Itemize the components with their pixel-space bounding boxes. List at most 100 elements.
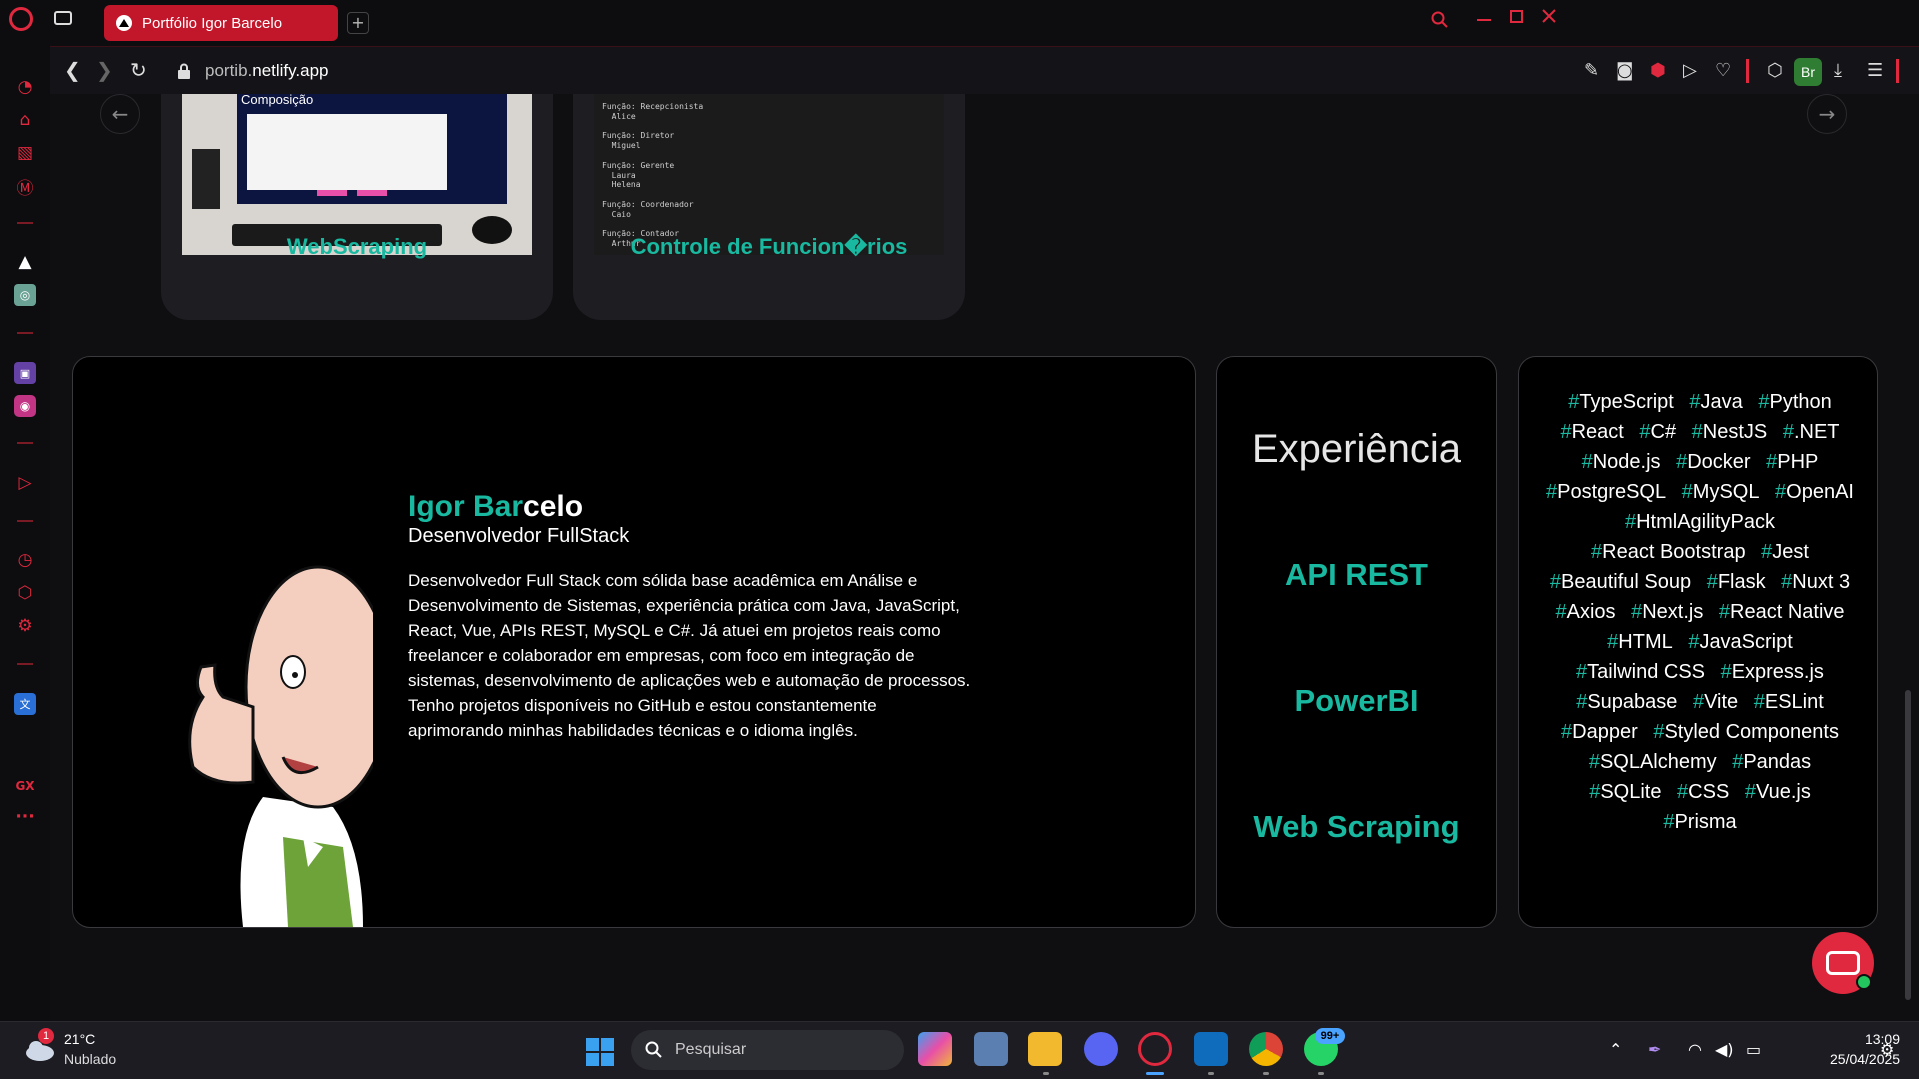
terminal-output: Função: Recepcionista Alice Função: Dire… <box>602 102 703 249</box>
weather-temperature[interactable]: 21°C <box>64 1031 95 1047</box>
tech-tag: #SQLAlchemy <box>1588 751 1717 773</box>
search-icon <box>645 1041 662 1058</box>
vpn-shield-icon[interactable]: ⬢ <box>1650 60 1666 81</box>
profile-avatar[interactable]: Br <box>1794 58 1822 86</box>
address-bar <box>50 46 1919 94</box>
tech-tag: #HtmlAgilityPack <box>1624 511 1776 533</box>
notifications-icon[interactable]: ⚙ <box>1880 1040 1894 1059</box>
close-window-button[interactable] <box>1542 9 1556 23</box>
twitch-icon[interactable]: ▣ <box>14 362 36 384</box>
tech-tag: #Pandas <box>1732 751 1812 773</box>
weather-badge: 1 <box>38 1028 54 1044</box>
running-indicator <box>1208 1072 1214 1075</box>
new-tab-button[interactable]: + <box>347 12 369 34</box>
tech-tag: #Docker <box>1676 451 1751 473</box>
terminal-line: Helena <box>602 180 641 190</box>
windows-start-icon[interactable] <box>586 1038 614 1066</box>
tray-overflow-icon[interactable]: ⌃ <box>1609 1040 1622 1059</box>
send-icon[interactable]: ▷ <box>1683 60 1697 81</box>
tech-tags-list: #TypeScript #Java #Python #React #C# #Ne… <box>1541 387 1859 837</box>
download-icon[interactable]: ⤓ <box>1834 60 1842 81</box>
opera-gx-taskbar-icon[interactable] <box>1138 1032 1172 1066</box>
tech-tag: #C# <box>1639 421 1677 443</box>
search-tabs-icon[interactable] <box>1431 11 1449 29</box>
project-card-webscraping[interactable]: Composição WebScraping <box>161 94 553 320</box>
url-field[interactable]: portib.netlify.app <box>205 61 328 81</box>
wifi-icon[interactable]: ◠ <box>1688 1040 1702 1059</box>
project-title[interactable]: WebScraping <box>161 234 553 260</box>
tech-tags-panel: #TypeScript #Java #Python #React #C# #Ne… <box>1518 356 1878 928</box>
project-card-controle-funcionarios[interactable]: Função: Recepcionista Alice Função: Dire… <box>573 94 965 320</box>
scrollbar-thumb[interactable] <box>1905 690 1911 1000</box>
tab-portfolio[interactable]: Portfólio Igor Barcelo <box>104 5 338 41</box>
my-flow-heart-icon[interactable]: ♡ <box>1715 60 1731 81</box>
battery-icon[interactable]: ▭ <box>1746 1040 1761 1059</box>
tech-tag: #Node.js <box>1581 451 1661 473</box>
translate-icon[interactable]: 文 <box>14 693 36 715</box>
forward-icon[interactable]: ❯ <box>96 58 113 82</box>
tech-tag: #MySQL <box>1681 481 1760 503</box>
history-icon[interactable]: ◷ <box>14 549 36 571</box>
terminal-line: Função: Coordenador <box>602 199 694 209</box>
experience-item: PowerBI <box>1294 683 1419 718</box>
carousel-next-button[interactable]: → <box>1807 94 1847 134</box>
maximize-button[interactable] <box>1510 10 1523 23</box>
instagram-icon[interactable]: ◉ <box>14 395 36 417</box>
tech-tag: #Python <box>1758 391 1832 413</box>
chrome-icon[interactable] <box>1249 1032 1283 1066</box>
reload-icon[interactable]: ↻ <box>130 58 147 82</box>
taskbar-search[interactable]: Pesquisar <box>631 1030 904 1070</box>
extensions-cube-icon[interactable]: ⬡ <box>1767 60 1783 81</box>
tech-tag: #Java <box>1689 391 1743 413</box>
terminal-line: Caio <box>602 209 631 219</box>
speed-dial-icon[interactable]: ◔ <box>14 76 36 98</box>
sidebar-divider <box>17 222 33 224</box>
terminal-line: Função: Gerente <box>602 160 675 170</box>
active-indicator <box>1146 1072 1164 1075</box>
search-placeholder: Pesquisar <box>675 1041 747 1058</box>
sidebar-divider <box>17 332 33 334</box>
tech-tag: #Styled Components <box>1653 721 1839 743</box>
minimize-button[interactable] <box>1477 19 1491 21</box>
gx-corner-icon[interactable]: ▧ <box>14 142 36 164</box>
screen-button <box>317 190 347 196</box>
discord-icon[interactable] <box>1084 1032 1118 1066</box>
photos-icon[interactable] <box>974 1032 1008 1066</box>
copilot-icon[interactable] <box>918 1032 952 1066</box>
project-title[interactable]: Controle de Funcion�rios <box>573 234 965 260</box>
opera-logo-icon[interactable] <box>9 7 33 31</box>
gx-label[interactable]: GX <box>14 775 36 797</box>
pen-menu-icon[interactable]: ✒ <box>1648 1040 1661 1059</box>
file-explorer-icon[interactable] <box>1028 1032 1062 1066</box>
sidebar-more-icon[interactable]: ··· <box>14 806 36 828</box>
tech-tag: #Beautiful Soup <box>1549 571 1692 593</box>
extensions-icon[interactable]: ⬡ <box>14 582 36 604</box>
tech-tag: #Next.js <box>1631 601 1704 623</box>
tech-tag: #Jest <box>1761 541 1809 563</box>
aria-icon[interactable]: ▲ <box>14 251 36 273</box>
tech-tag: #Nuxt 3 <box>1781 571 1851 593</box>
running-indicator <box>1263 1072 1269 1075</box>
outlook-icon[interactable] <box>1194 1032 1228 1066</box>
carousel-prev-button[interactable]: ← <box>100 94 140 134</box>
back-icon[interactable]: ❮ <box>64 58 81 82</box>
volume-icon[interactable]: ◀) <box>1715 1040 1734 1059</box>
weather-condition[interactable]: Nublado <box>64 1051 116 1067</box>
tab-manager-icon[interactable] <box>54 11 72 25</box>
tech-tag: #PHP <box>1766 451 1819 473</box>
easy-setup-icon[interactable]: ✎ <box>1584 60 1599 81</box>
tech-tag: #React Native <box>1718 601 1845 623</box>
easy-files-menu-icon[interactable]: ☰ <box>1867 60 1883 81</box>
tech-tag: #Express.js <box>1720 661 1824 683</box>
chatgpt-icon[interactable]: ◎ <box>14 284 36 306</box>
player-icon[interactable]: ▷ <box>14 472 36 494</box>
settings-gear-icon[interactable]: ⚙ <box>14 615 36 637</box>
gx-control-icon[interactable]: ⌂ <box>14 109 36 131</box>
snapshot-camera-icon[interactable]: ◙ <box>1616 60 1633 81</box>
project-image-monitor: Composição <box>182 94 532 255</box>
online-status-dot <box>1856 974 1872 990</box>
gx-mods-icon[interactable]: Ⓜ <box>14 175 36 199</box>
